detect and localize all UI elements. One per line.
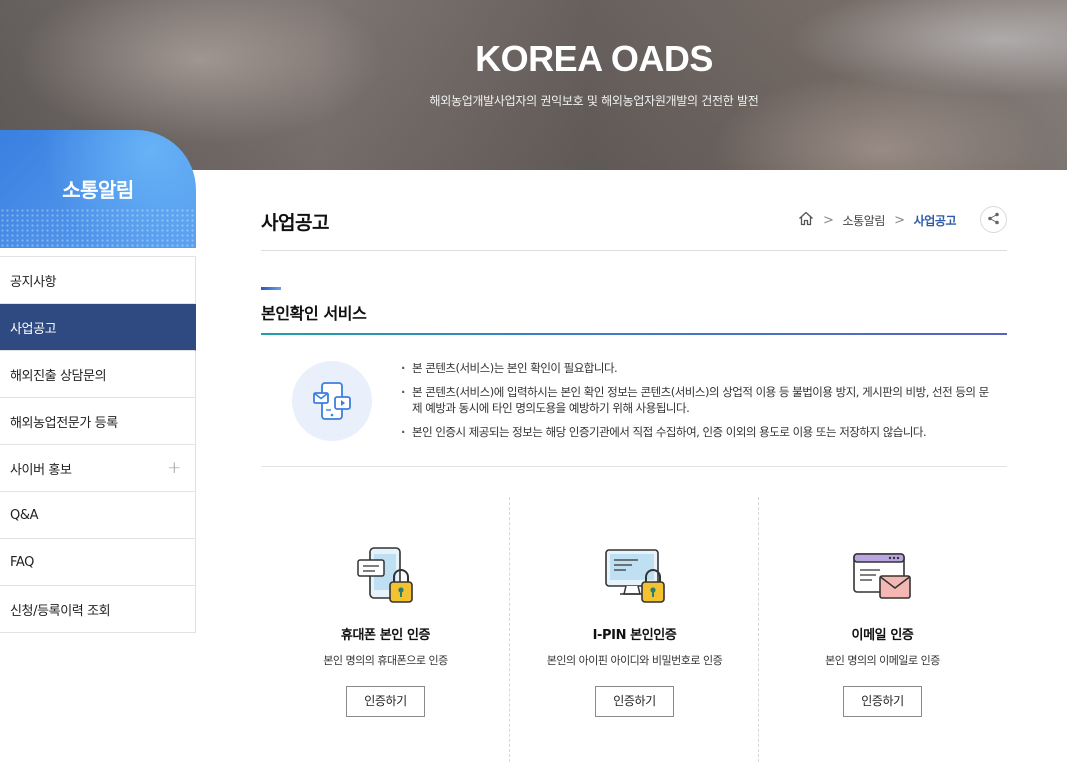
email-window-icon <box>758 540 1007 606</box>
sidebar-item-label: Q&A <box>10 507 39 523</box>
breadcrumb-item[interactable]: 소통알림 <box>843 212 886 229</box>
monitor-lock-icon <box>510 540 759 606</box>
sidebar-item-label: 해외진출 상담문의 <box>10 368 107 384</box>
home-icon[interactable] <box>798 211 814 229</box>
hero-subtitle: 해외농업개발사업자의 권익보호 및 해외농업자원개발의 건전한 발전 <box>429 94 759 108</box>
email-verify-button[interactable]: 인증하기 <box>843 686 922 717</box>
breadcrumb-separator: > <box>823 212 834 228</box>
sidebar-item-label: 공지사항 <box>10 274 57 290</box>
list-item: 본 콘텐츠(서비스)는 본인 확인이 필요합니다. <box>400 360 990 376</box>
header-divider <box>261 250 1007 251</box>
phone-auth-card: 휴대폰 본인 인증 본인 명의의 휴대폰으로 인증 인증하기 <box>261 540 510 717</box>
sidebar-item-notice[interactable]: 공지사항 <box>0 257 196 304</box>
verification-icon <box>292 361 372 441</box>
sidebar-item-history[interactable]: 신청/등록이력 조회 <box>0 586 196 633</box>
breadcrumb: > 소통알림 > 사업공고 <box>798 210 957 230</box>
ipin-verify-button[interactable]: 인증하기 <box>595 686 674 717</box>
sidebar-nav: 공지사항 사업공고 해외진출 상담문의 해외농업전문가 등록 사이버 홍보 + … <box>0 256 196 633</box>
email-auth-card: 이메일 인증 본인 명의의 이메일로 인증 인증하기 <box>758 540 1007 717</box>
card-title: 이메일 인증 <box>851 628 914 643</box>
card-title: I-PIN 본인인증 <box>592 628 677 643</box>
section-title: 본인확인 서비스 <box>261 304 367 323</box>
sidebar-item-faq[interactable]: FAQ <box>0 539 196 586</box>
expand-plus-icon[interactable]: + <box>167 458 181 478</box>
sidebar-item-label: 신청/등록이력 조회 <box>10 603 111 619</box>
sidebar-item-label: 해외농업전문가 등록 <box>10 415 118 431</box>
sidebar-title: 소통알림 <box>62 178 134 202</box>
notice-list: 본 콘텐츠(서비스)는 본인 확인이 필요합니다. 본 콘텐츠(서비스)에 입력… <box>400 360 990 448</box>
hero-title: KOREA OADS <box>475 38 713 79</box>
section-accent <box>261 287 281 290</box>
sidebar-item-cyber-promotion[interactable]: 사이버 홍보 + <box>0 445 196 492</box>
phone-lock-icon <box>261 540 510 606</box>
sidebar-item-label: 사업공고 <box>10 321 57 337</box>
card-description: 본인 명의의 휴대폰으로 인증 <box>323 654 448 667</box>
section-divider <box>261 466 1007 467</box>
sidebar-item-consulting[interactable]: 해외진출 상담문의 <box>0 351 196 398</box>
share-icon <box>987 210 1000 229</box>
card-title: 휴대폰 본인 인증 <box>340 628 431 643</box>
ipin-auth-card: I-PIN 본인인증 본인의 아이핀 아이디와 비밀번호로 인증 인증하기 <box>510 540 759 717</box>
phone-verify-button[interactable]: 인증하기 <box>346 686 425 717</box>
breadcrumb-separator: > <box>894 212 905 228</box>
share-button[interactable] <box>980 206 1007 233</box>
breadcrumb-current: 사업공고 <box>913 213 957 228</box>
sidebar-item-business-notice[interactable]: 사업공고 <box>0 304 196 351</box>
sidebar-item-label: 사이버 홍보 <box>10 462 72 478</box>
list-item: 본인 인증시 제공되는 정보는 해당 인증기관에서 직접 수집하여, 인증 이외… <box>400 424 990 440</box>
sidebar-item-label: FAQ <box>10 554 34 570</box>
card-description: 본인의 아이핀 아이디와 비밀번호로 인증 <box>546 654 723 667</box>
section-underline <box>261 333 1007 335</box>
sidebar-header: 소통알림 <box>0 130 196 248</box>
sidebar-item-qna[interactable]: Q&A <box>0 492 196 539</box>
sidebar-item-expert-registration[interactable]: 해외농업전문가 등록 <box>0 398 196 445</box>
list-item: 본 콘텐츠(서비스)에 입력하시는 본인 확인 정보는 콘텐츠(서비스)의 상업… <box>400 384 990 416</box>
page-title: 사업공고 <box>261 212 329 234</box>
card-description: 본인 명의의 이메일로 인증 <box>825 654 940 667</box>
